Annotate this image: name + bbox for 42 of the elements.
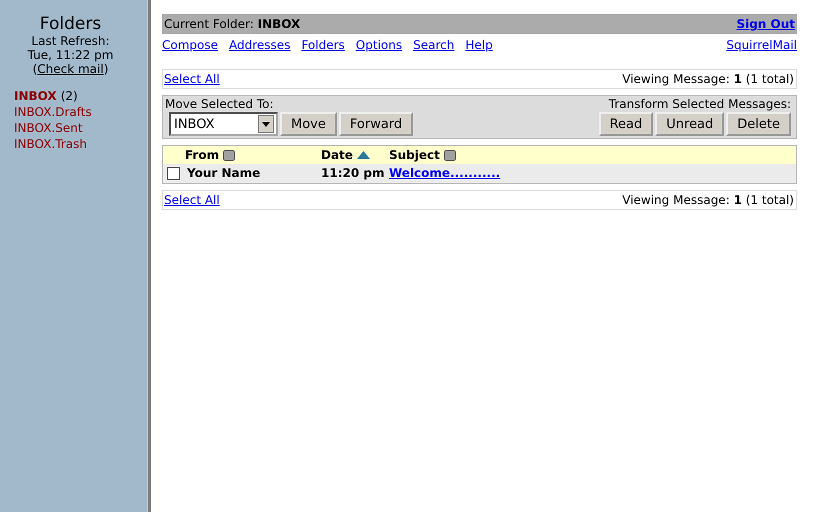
select-all-link[interactable]: Select All (164, 192, 220, 209)
sort-icon[interactable] (444, 150, 456, 160)
nav-link[interactable]: Options (356, 38, 402, 52)
select-all-link[interactable]: Select All (164, 71, 220, 88)
row-checkbox[interactable] (167, 167, 180, 180)
nav-link[interactable]: Compose (162, 38, 218, 52)
sign-out-link[interactable]: Sign Out (736, 16, 795, 32)
date-cell-text: 11:20 pm (321, 165, 384, 182)
folder-select[interactable]: INBOX (169, 112, 278, 136)
action-button[interactable]: Unread (655, 112, 724, 136)
column-header[interactable]: From (185, 146, 220, 164)
transform-label: Transform Selected Messages: (608, 97, 791, 111)
current-folder-label: Current Folder: INBOX (164, 16, 300, 32)
nav-link[interactable]: Folders (301, 38, 345, 52)
viewing-message-text: Viewing Message: 1 (1 total) (622, 192, 794, 209)
folder-link[interactable]: INBOX (14, 89, 57, 103)
move-label: Move Selected To: (165, 97, 275, 111)
sidebar-title: Folders (38, 14, 102, 34)
action-button[interactable]: Delete (726, 112, 791, 136)
folder-link[interactable]: INBOX.Sent (14, 121, 83, 135)
sort-ascending-icon[interactable] (356, 151, 370, 159)
paren: ) (104, 62, 108, 76)
action-button[interactable]: Read (598, 112, 654, 136)
action-button[interactable]: Forward (338, 112, 414, 136)
viewing-message-text: Viewing Message: 1 (1 total) (622, 71, 794, 88)
action-button[interactable]: Move (280, 112, 337, 136)
check-mail-link[interactable]: Check mail (37, 62, 104, 76)
folder-link[interactable]: INBOX.Trash (14, 137, 87, 151)
squirrelmail-link[interactable]: SquirrelMail (726, 38, 797, 52)
nav-link[interactable]: Addresses (229, 38, 290, 52)
column-header[interactable]: Subject (389, 146, 440, 164)
sender-cell-text: Your Name (187, 165, 260, 182)
column-header[interactable]: Date (321, 146, 353, 164)
refresh-time: Tue, 11:22 pm (26, 48, 114, 62)
nav-link[interactable]: Help (465, 38, 493, 52)
folder-link[interactable]: INBOX.Drafts (14, 105, 92, 119)
sort-icon[interactable] (223, 150, 236, 160)
paren: ( (32, 62, 38, 76)
nav-link[interactable]: Search (413, 38, 454, 52)
refresh-label: Last Refresh: (30, 34, 111, 48)
subject-link[interactable]: Welcome........... (389, 164, 500, 183)
unread-count: (2) (60, 89, 78, 103)
